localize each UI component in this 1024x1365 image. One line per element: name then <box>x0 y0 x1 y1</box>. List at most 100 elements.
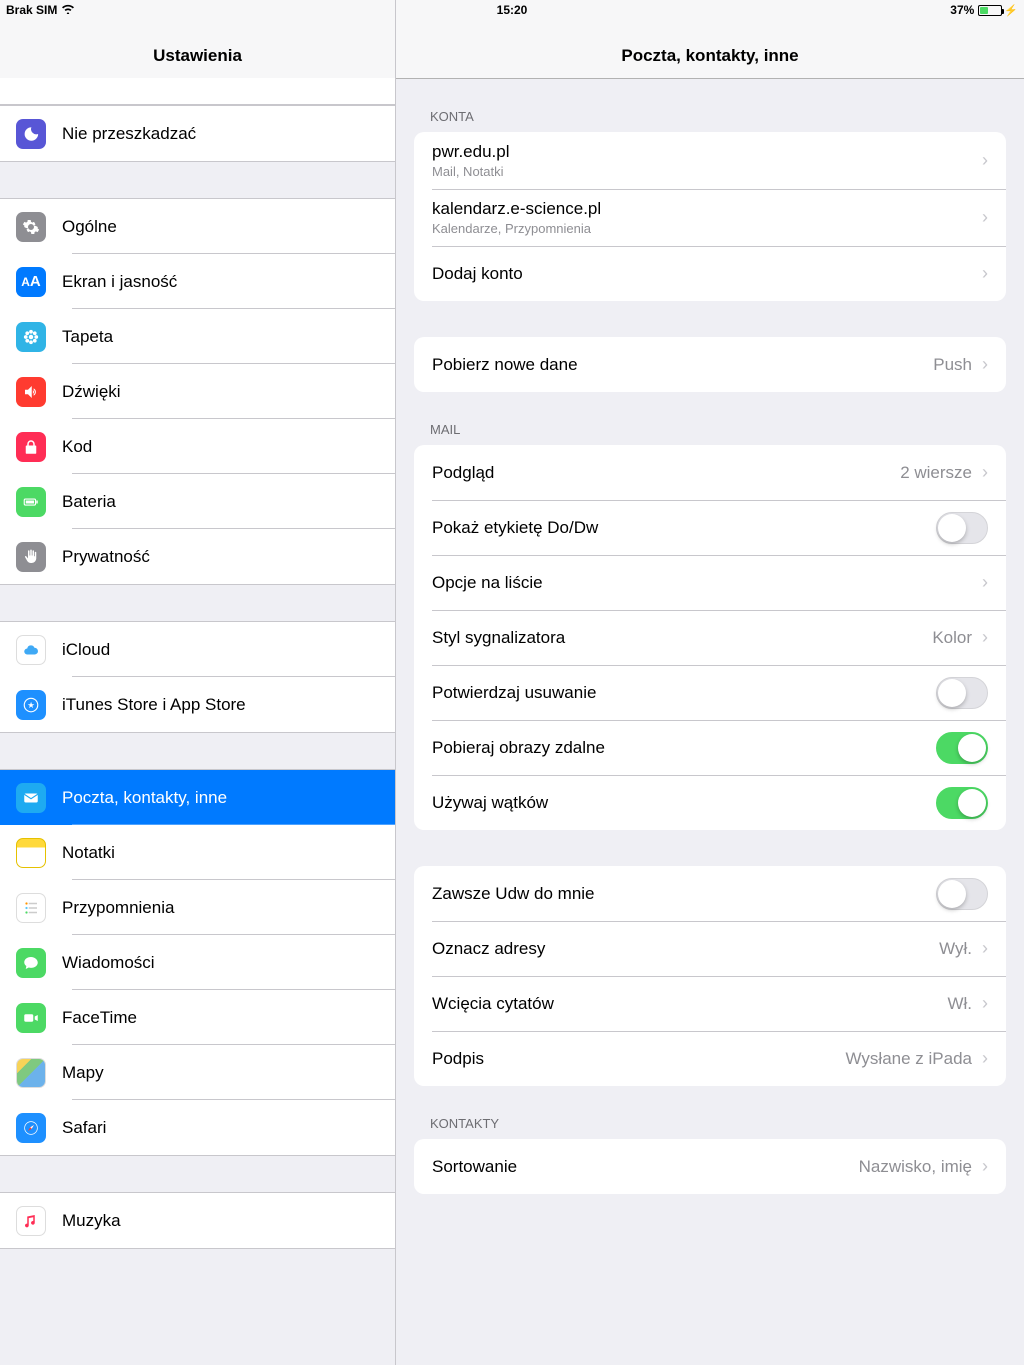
always-bcc-switch[interactable] <box>936 878 988 910</box>
sidebar-item-reminders[interactable]: Przypomnienia <box>0 880 395 935</box>
threads-row: Używaj wątków <box>414 775 1006 830</box>
sidebar-item-sounds[interactable]: Dźwięki <box>0 364 395 419</box>
detail-value: Nazwisko, imię <box>859 1157 972 1177</box>
detail-value: 2 wiersze <box>900 463 972 483</box>
signature-row[interactable]: Podpis Wysłane z iPada › <box>414 1031 1006 1086</box>
sidebar-item-label: Ogólne <box>62 217 379 237</box>
cloud-icon <box>16 635 46 665</box>
always-bcc-row: Zawsze Udw do mnie <box>414 866 1006 921</box>
sidebar-item-wallpaper[interactable]: Tapeta <box>0 309 395 364</box>
threads-switch[interactable] <box>936 787 988 819</box>
moon-icon <box>16 119 46 149</box>
notes-icon <box>16 838 46 868</box>
contacts-section-header: Kontakty <box>396 1086 1024 1139</box>
sidebar-item-label: Dźwięki <box>62 382 379 402</box>
sidebar-item-label: Przypomnienia <box>62 898 379 918</box>
sidebar-item-itunes[interactable]: iTunes Store i App Store <box>0 677 395 732</box>
sidebar-partial-row[interactable] <box>0 78 395 105</box>
music-icon <box>16 1206 46 1236</box>
battery-pct: 37% <box>950 3 974 17</box>
sidebar-item-label: Notatki <box>62 843 379 863</box>
status-time: 15:20 <box>497 3 528 17</box>
carrier-text: Brak SIM <box>6 3 57 17</box>
detail-label: Sortowanie <box>432 1157 859 1177</box>
sidebar-item-icloud[interactable]: iCloud <box>0 622 395 677</box>
detail-label: Oznacz adresy <box>432 939 939 959</box>
sidebar-item-maps[interactable]: Mapy <box>0 1045 395 1100</box>
chevron-right-icon: › <box>982 207 988 228</box>
chevron-right-icon: › <box>982 462 988 483</box>
detail-label: Wcięcia cytatów <box>432 994 947 1014</box>
add-account-row[interactable]: Dodaj konto › <box>414 246 1006 301</box>
chevron-right-icon: › <box>982 627 988 648</box>
preview-row[interactable]: Podgląd 2 wiersze › <box>414 445 1006 500</box>
wifi-icon <box>61 3 75 17</box>
sidebar: Ustawienia Nie przeszkadzać Ogólne <box>0 0 396 1365</box>
show-tocc-row: Pokaż etykietę Do/Dw <box>414 500 1006 555</box>
chevron-right-icon: › <box>982 354 988 375</box>
chevron-right-icon: › <box>982 263 988 284</box>
sidebar-item-battery[interactable]: Bateria <box>0 474 395 529</box>
maps-icon <box>16 1058 46 1088</box>
sidebar-item-dnd[interactable]: Nie przeszkadzać <box>0 106 395 161</box>
sidebar-item-label: Ekran i jasność <box>62 272 379 292</box>
accounts-section-header: Konta <box>396 79 1024 132</box>
ask-delete-switch[interactable] <box>936 677 988 709</box>
sidebar-item-mail[interactable]: Poczta, kontakty, inne <box>0 770 395 825</box>
detail-label: Pokaż etykietę Do/Dw <box>432 518 936 538</box>
show-tocc-switch[interactable] <box>936 512 988 544</box>
detail-label: Używaj wątków <box>432 793 936 813</box>
sidebar-item-passcode[interactable]: Kod <box>0 419 395 474</box>
quote-indent-row[interactable]: Wcięcia cytatów Wł. › <box>414 976 1006 1031</box>
battery-icon <box>16 487 46 517</box>
sidebar-item-facetime[interactable]: FaceTime <box>0 990 395 1045</box>
list-options-row[interactable]: Opcje na liście › <box>414 555 1006 610</box>
bubble-icon <box>16 948 46 978</box>
volume-icon <box>16 377 46 407</box>
detail-pane: Poczta, kontakty, inne Konta pwr.edu.pl … <box>396 0 1024 1365</box>
sidebar-item-label: iTunes Store i App Store <box>62 695 379 715</box>
sidebar-item-label: FaceTime <box>62 1008 379 1028</box>
flag-style-row[interactable]: Styl sygnalizatora Kolor › <box>414 610 1006 665</box>
detail-title: Poczta, kontakty, inne <box>621 46 798 66</box>
video-icon <box>16 1003 46 1033</box>
appstore-icon <box>16 690 46 720</box>
textsize-icon: AA <box>16 267 46 297</box>
detail-value: Wł. <box>947 994 972 1014</box>
chevron-right-icon: › <box>982 938 988 959</box>
compass-icon <box>16 1113 46 1143</box>
detail-label: Podgląd <box>432 463 900 483</box>
chevron-right-icon: › <box>982 150 988 171</box>
sidebar-item-label: Bateria <box>62 492 379 512</box>
sidebar-item-messages[interactable]: Wiadomości <box>0 935 395 990</box>
account-row[interactable]: kalendarz.e-science.pl Kalendarze, Przyp… <box>414 189 1006 246</box>
chevron-right-icon: › <box>982 1156 988 1177</box>
mail-icon <box>16 783 46 813</box>
sort-order-row[interactable]: Sortowanie Nazwisko, imię › <box>414 1139 1006 1194</box>
account-title: kalendarz.e-science.pl <box>432 199 982 219</box>
mark-addresses-row[interactable]: Oznacz adresy Wył. › <box>414 921 1006 976</box>
detail-label: Zawsze Udw do mnie <box>432 884 936 904</box>
load-images-row: Pobieraj obrazy zdalne <box>414 720 1006 775</box>
battery-icon <box>978 5 1002 16</box>
sidebar-item-label: iCloud <box>62 640 379 660</box>
load-images-switch[interactable] <box>936 732 988 764</box>
detail-label: Pobieraj obrazy zdalne <box>432 738 936 758</box>
sidebar-item-safari[interactable]: Safari <box>0 1100 395 1155</box>
hand-icon <box>16 542 46 572</box>
fetch-row[interactable]: Pobierz nowe dane Push › <box>414 337 1006 392</box>
sidebar-item-label: Prywatność <box>62 547 379 567</box>
sidebar-item-general[interactable]: Ogólne <box>0 199 395 254</box>
sidebar-item-label: Tapeta <box>62 327 379 347</box>
sidebar-item-display[interactable]: AA Ekran i jasność <box>0 254 395 309</box>
detail-value: Push <box>933 355 972 375</box>
reminders-icon <box>16 893 46 923</box>
detail-label: Styl sygnalizatora <box>432 628 932 648</box>
sidebar-item-music[interactable]: Muzyka <box>0 1193 395 1248</box>
account-row[interactable]: pwr.edu.pl Mail, Notatki › <box>414 132 1006 189</box>
lock-icon <box>16 432 46 462</box>
sidebar-item-notes[interactable]: Notatki <box>0 825 395 880</box>
sidebar-item-privacy[interactable]: Prywatność <box>0 529 395 584</box>
chevron-right-icon: › <box>982 993 988 1014</box>
sidebar-item-label: Safari <box>62 1118 379 1138</box>
